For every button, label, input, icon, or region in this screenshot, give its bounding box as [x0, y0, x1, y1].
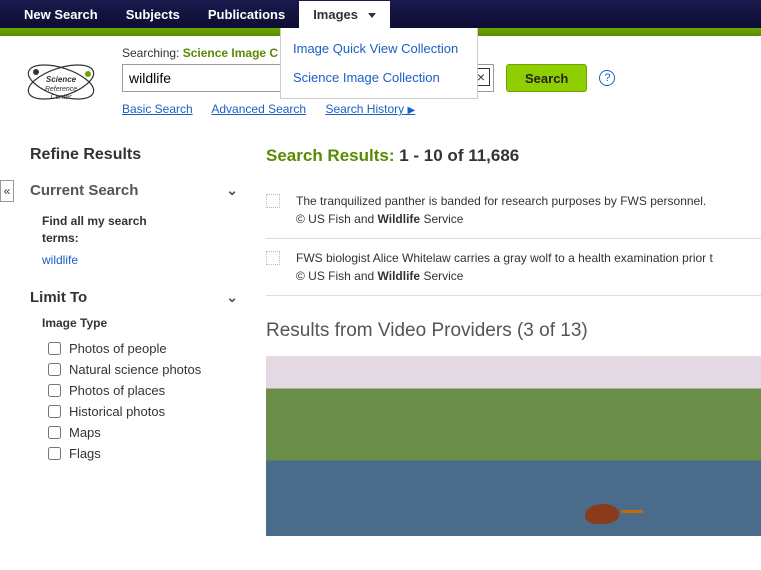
chevron-down-icon: ⌄ [226, 289, 238, 306]
caret-down-icon [368, 13, 376, 18]
result-text: © US Fish and [296, 269, 378, 283]
facet-label: Photos of places [69, 383, 165, 398]
basic-search-link[interactable]: Basic Search [122, 102, 193, 116]
svg-text:Center: Center [50, 94, 72, 101]
result-highlight: Wildlife [378, 212, 421, 226]
facet-checkbox[interactable] [48, 426, 61, 439]
facet-checkbox[interactable] [48, 384, 61, 397]
dropdown-science-image[interactable]: Science Image Collection [281, 63, 477, 92]
images-dropdown: Image Quick View Collection Science Imag… [280, 28, 478, 99]
result-text: FWS biologist Alice Whitelaw carries a g… [296, 251, 713, 265]
result-text: © US Fish and [296, 212, 378, 226]
facet-checkbox[interactable] [48, 447, 61, 460]
facet-checkbox[interactable] [48, 405, 61, 418]
limit-to-section[interactable]: Limit To ⌄ [30, 289, 238, 306]
search-history-link[interactable]: Search History ▶ [325, 102, 415, 116]
facet-maps[interactable]: Maps [30, 422, 238, 443]
results-heading: Search Results: 1 - 10 of 11,686 [266, 146, 761, 166]
result-text: Service [420, 212, 463, 226]
bird-icon [581, 502, 641, 528]
current-search-section[interactable]: Current Search ⌄ [30, 182, 238, 199]
video-providers-heading: Results from Video Providers (3 of 13) [266, 320, 761, 342]
facet-checkbox[interactable] [48, 342, 61, 355]
results-content: Search Results: 1 - 10 of 11,686 The tra… [248, 146, 761, 536]
facet-photos-places[interactable]: Photos of places [30, 380, 238, 401]
nav-new-search[interactable]: New Search [10, 1, 112, 28]
current-search-term[interactable]: wildlife [30, 253, 238, 267]
help-icon[interactable]: ? [599, 70, 615, 86]
svg-text:Science: Science [46, 75, 77, 84]
results-label: Search Results: [266, 146, 395, 165]
search-button[interactable]: Search [506, 64, 587, 92]
result-row[interactable]: FWS biologist Alice Whitelaw carries a g… [266, 239, 761, 296]
facet-label: Photos of people [69, 341, 167, 356]
facet-photos-people[interactable]: Photos of people [30, 338, 238, 359]
image-type-heading: Image Type [42, 316, 238, 330]
result-thumbnail [266, 194, 280, 208]
result-text: Service [420, 269, 463, 283]
current-search-label: Current Search [30, 182, 138, 199]
refine-heading: Refine Results [30, 146, 238, 164]
top-nav: New Search Subjects Publications Images … [0, 0, 761, 28]
expand-sidebar-tab[interactable]: « [0, 180, 14, 202]
searching-db-name: Science Image C [183, 46, 278, 60]
find-all-terms-label: Find all my search terms: [30, 213, 238, 247]
chevron-down-icon: ⌄ [226, 182, 238, 199]
nav-images-label: Images [313, 7, 358, 22]
limit-to-label: Limit To [30, 289, 87, 306]
facet-flags[interactable]: Flags [30, 443, 238, 464]
result-highlight: Wildlife [378, 269, 421, 283]
facet-label: Natural science photos [69, 362, 201, 377]
facet-natural-science[interactable]: Natural science photos [30, 359, 238, 380]
result-row[interactable]: The tranquilized panther is banded for r… [266, 182, 761, 239]
search-history-label: Search History [325, 102, 404, 116]
dropdown-quick-view[interactable]: Image Quick View Collection [281, 34, 477, 63]
svg-text:Reference: Reference [45, 86, 77, 93]
facet-checkbox[interactable] [48, 363, 61, 376]
searching-text: Searching: [122, 46, 179, 60]
facet-label: Historical photos [69, 404, 165, 419]
brand-logo[interactable]: Science Reference Center [18, 52, 104, 112]
result-thumbnail [266, 251, 280, 265]
nav-images[interactable]: Images [299, 1, 389, 28]
refine-sidebar: Refine Results Current Search ⌄ Find all… [0, 146, 248, 536]
nav-publications[interactable]: Publications [194, 1, 299, 28]
facet-label: Maps [69, 425, 101, 440]
results-range: 1 - 10 of 11,686 [399, 146, 519, 165]
nav-subjects[interactable]: Subjects [112, 1, 194, 28]
caret-right-icon: ▶ [408, 105, 416, 116]
result-text: The tranquilized panther is banded for r… [296, 194, 706, 208]
facet-label: Flags [69, 446, 101, 461]
advanced-search-link[interactable]: Advanced Search [211, 102, 306, 116]
facet-historical[interactable]: Historical photos [30, 401, 238, 422]
video-thumbnail[interactable] [266, 356, 761, 536]
